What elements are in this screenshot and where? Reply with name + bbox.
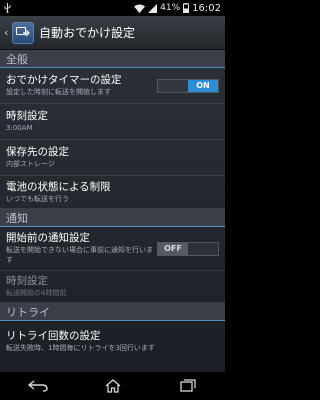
back-button[interactable] xyxy=(23,375,53,397)
section-header-notification: 通知 xyxy=(0,209,225,227)
battery-limit-row[interactable]: 電池の状態による制限 いつでも転送を行う xyxy=(0,176,225,209)
clock: 16:02 xyxy=(192,2,221,14)
home-icon xyxy=(105,379,120,393)
row-summary: 転送を開始できない場合に事前に通知を行います xyxy=(6,246,153,264)
row-title: 時刻設定 xyxy=(6,110,48,122)
pre-notify-row[interactable]: 開始前の通知設定 転送を開始できない場合に事前に通知を行います OFF xyxy=(0,227,225,271)
action-bar: ‹ 自動おでかけ設定 xyxy=(0,16,225,50)
recent-apps-icon xyxy=(179,379,196,392)
timer-setting-row[interactable]: おでかけタイマーの設定 設定した時刻に転送を開始します ON xyxy=(0,68,225,104)
row-summary: 内部ストレージ xyxy=(6,160,55,168)
toggle-on-label: ON xyxy=(188,79,218,92)
page-title: 自動おでかけ設定 xyxy=(39,26,136,40)
back-caret-icon[interactable]: ‹ xyxy=(4,26,12,39)
toggle-off-label: OFF xyxy=(158,242,188,255)
retry-count-row[interactable]: リトライ回数の設定 転送失敗時、1時間毎にリトライを3回行います xyxy=(0,321,225,361)
row-title: 時刻設定 xyxy=(6,275,48,287)
pre-notify-toggle[interactable]: OFF xyxy=(157,241,219,256)
wifi-icon xyxy=(134,4,146,13)
section-header-general: 全般 xyxy=(0,50,225,68)
save-location-row[interactable]: 保存先の設定 内部ストレージ xyxy=(0,140,225,176)
navigation-bar xyxy=(0,372,225,400)
row-title: 電池の状態による制限 xyxy=(6,180,111,193)
settings-list: 全般 おでかけタイマーの設定 設定した時刻に転送を開始します ON 時刻設定 3… xyxy=(0,50,225,372)
recent-apps-button[interactable] xyxy=(173,375,203,397)
battery-percent: 41% xyxy=(160,3,181,13)
row-summary: 設定した時刻に転送を開始します xyxy=(6,88,111,96)
row-summary: 転送開始の4時間前 xyxy=(6,289,67,297)
row-title: リトライ回数の設定 xyxy=(6,329,101,342)
row-title: 開始前の通知設定 xyxy=(6,232,90,244)
row-title: おでかけタイマーの設定 xyxy=(6,74,122,86)
toggle-off-label xyxy=(158,79,188,92)
row-title: 保存先の設定 xyxy=(6,146,69,158)
timer-toggle[interactable]: ON xyxy=(157,78,219,93)
app-icon[interactable] xyxy=(12,21,34,44)
notify-time-row: 時刻設定 転送開始の4時間前 xyxy=(0,271,225,303)
section-header-retry: リトライ xyxy=(0,303,225,321)
back-arrow-icon xyxy=(27,380,48,392)
signal-icon xyxy=(148,3,158,13)
row-summary: 転送失敗時、1時間毎にリトライを3回行います xyxy=(6,343,155,352)
row-summary: 3:00AM xyxy=(6,124,33,132)
time-setting-row[interactable]: 時刻設定 3:00AM xyxy=(0,104,225,140)
toggle-on-label xyxy=(188,242,218,255)
usb-icon xyxy=(4,3,11,13)
home-button[interactable] xyxy=(98,375,128,397)
status-bar: 41% 16:02 xyxy=(0,0,225,16)
row-summary: いつでも転送を行う xyxy=(6,194,69,203)
battery-icon xyxy=(183,3,190,13)
